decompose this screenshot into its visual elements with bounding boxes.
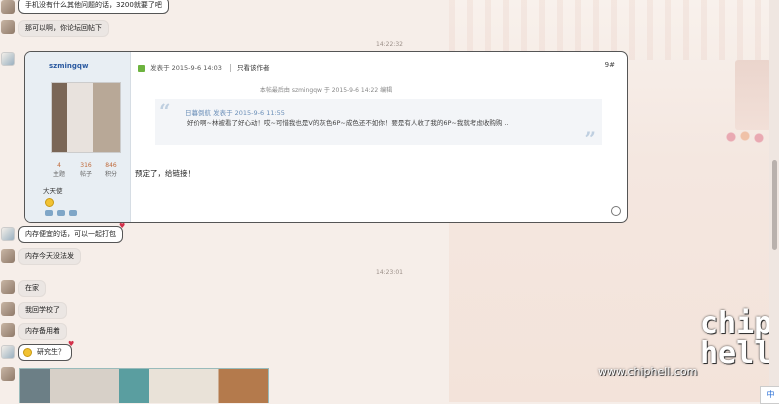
stat-value: 316 bbox=[80, 162, 92, 169]
medal-icon bbox=[69, 210, 77, 216]
decoration-flowers bbox=[723, 128, 775, 146]
quote-open-icon: “ bbox=[159, 99, 171, 123]
avatar-contact[interactable] bbox=[1, 249, 15, 263]
avatar-self[interactable] bbox=[1, 0, 15, 14]
post-quote: “ 日暮倒航 发表于 2015-9-6 11:55 好价啊~林被看了好心动！哎~… bbox=[155, 99, 602, 151]
heart-icon: ♥ bbox=[165, 0, 172, 1]
author-stat: 316 帖子 bbox=[72, 162, 100, 178]
author-rank: 大天使 bbox=[43, 187, 63, 195]
medal-icon bbox=[57, 210, 65, 216]
message-text: 那可以啊，你论坛回帖下 bbox=[25, 24, 102, 32]
quote-author-link[interactable]: 日暮倒航 发表于 2015-9-6 11:55 bbox=[185, 107, 285, 117]
smiley-icon bbox=[45, 198, 54, 207]
decoration-shelf bbox=[735, 60, 771, 130]
message-text: 内存今天没法发 bbox=[25, 252, 74, 260]
author-stat: 846 积分 bbox=[97, 162, 125, 178]
stat-value: 846 bbox=[105, 162, 117, 169]
post-date: 发表于 2015-9-6 14:03 bbox=[150, 64, 222, 72]
avatar-contact[interactable] bbox=[1, 323, 15, 337]
ime-indicator[interactable]: 中 bbox=[760, 386, 779, 404]
avatar-contact[interactable] bbox=[1, 367, 15, 381]
message-bubble[interactable]: 研究生？ ♥ bbox=[18, 340, 75, 361]
post-floor-number[interactable]: 9# bbox=[605, 61, 615, 69]
message-text: 内存便宜的话，可以一起打包 bbox=[25, 230, 116, 238]
site-watermark: chip hell www.chiphell.com bbox=[598, 306, 773, 379]
post-reply-text: 预定了，给链接！ bbox=[135, 169, 195, 178]
message-timestamp: 14:23:01 bbox=[376, 269, 403, 276]
avatar-contact[interactable] bbox=[1, 20, 15, 34]
only-author-link[interactable]: 只看该作者 bbox=[230, 64, 270, 72]
message-bubble[interactable]: 在家 bbox=[18, 280, 46, 297]
stat-label: 积分 bbox=[104, 171, 117, 178]
avatar-self[interactable] bbox=[1, 345, 15, 359]
avatar-self[interactable] bbox=[1, 227, 15, 241]
message-text: 在家 bbox=[25, 284, 39, 292]
medal-icon bbox=[45, 210, 53, 216]
message-bubble[interactable]: 手机没有什么其他问题的话，3200就要了吧 ♥ bbox=[18, 0, 172, 14]
scrollbar-thumb[interactable] bbox=[772, 160, 777, 250]
zoom-icon[interactable] bbox=[611, 206, 621, 216]
quote-close-icon: ” bbox=[584, 127, 596, 151]
watermark-logo: chip hell bbox=[700, 306, 773, 371]
post-author-name[interactable]: szmingqw bbox=[49, 62, 88, 70]
message-text: 内存备用着 bbox=[25, 327, 60, 335]
message-text: 研究生？ bbox=[37, 348, 65, 356]
message-bubble[interactable]: 内存备用着 bbox=[18, 323, 67, 340]
author-stat: 4 主题 bbox=[45, 162, 73, 178]
message-text: 我回学校了 bbox=[25, 306, 60, 314]
stat-label: 主题 bbox=[52, 171, 65, 178]
chat-scrollbar[interactable] bbox=[769, 0, 779, 402]
smiley-icon bbox=[23, 348, 32, 357]
stat-value: 4 bbox=[57, 162, 61, 169]
post-author-profile: szmingqw 4 主题 316 帖子 846 积分 大天使 bbox=[25, 52, 131, 222]
post-header: 发表于 2015-9-6 14:03 只看该作者 bbox=[138, 62, 270, 72]
heart-icon: ♥ bbox=[68, 340, 75, 348]
post-edit-note: 本帖最后由 szmingqw 于 2015-9-6 14:22 编辑 bbox=[259, 87, 393, 94]
heart-icon: ♥ bbox=[119, 222, 126, 230]
quote-text: 好价啊~林被看了好心动！哎~可惜我也是V的灰色6P~成色还不如你！要是有人收了我… bbox=[187, 119, 509, 127]
avatar-self[interactable] bbox=[1, 52, 15, 66]
avatar-contact[interactable] bbox=[1, 302, 15, 316]
watermark-url: www.chiphell.com bbox=[598, 365, 698, 378]
message-bubble[interactable]: 内存便宜的话，可以一起打包 ♥ bbox=[18, 222, 126, 243]
online-status-icon bbox=[138, 64, 145, 72]
avatar-contact[interactable] bbox=[1, 280, 15, 294]
image-message-thumbnail[interactable] bbox=[19, 368, 269, 403]
stat-label: 帖子 bbox=[79, 171, 92, 178]
message-timestamp: 14:22:32 bbox=[376, 41, 403, 48]
message-bubble[interactable]: 我回学校了 bbox=[18, 302, 67, 319]
message-text: 手机没有什么其他问题的话，3200就要了吧 bbox=[25, 1, 162, 9]
forum-post-card[interactable]: szmingqw 4 主题 316 帖子 846 积分 大天使 发表于 2015… bbox=[24, 51, 628, 223]
message-bubble[interactable]: 内存今天没法发 bbox=[18, 248, 81, 265]
message-bubble[interactable]: 那可以啊，你论坛回帖下 bbox=[18, 20, 109, 37]
